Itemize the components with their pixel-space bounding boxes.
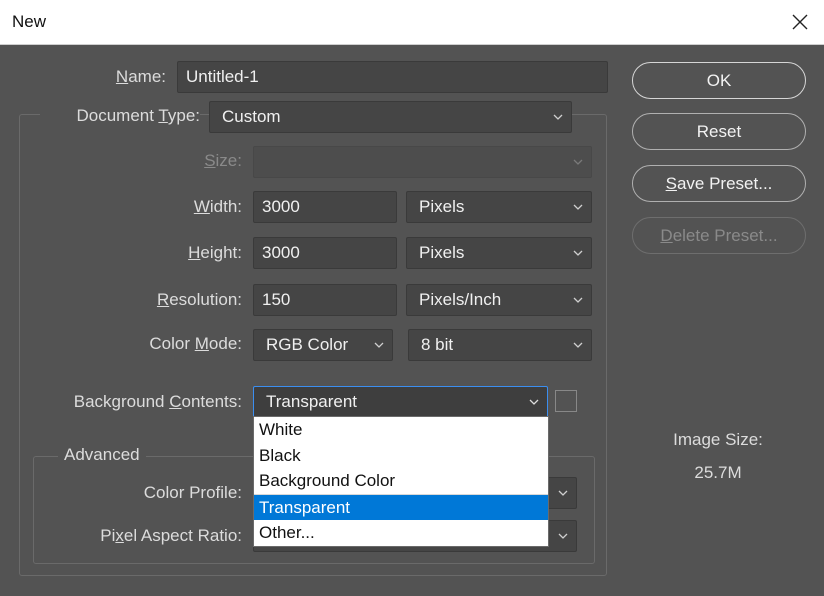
window-title: New <box>12 12 47 31</box>
close-icon <box>792 14 808 30</box>
ok-button[interactable]: OK <box>632 62 806 99</box>
chevron-down-icon <box>553 113 563 121</box>
name-value: Untitled-1 <box>186 67 259 86</box>
width-value: 3000 <box>262 197 300 216</box>
height-input[interactable]: 3000 <box>253 237 397 269</box>
height-label: Height: <box>188 243 242 262</box>
resolution-input[interactable]: 150 <box>253 284 397 316</box>
chevron-down-icon <box>529 398 539 406</box>
chevron-down-icon <box>573 341 583 349</box>
chevron-down-icon <box>573 249 583 257</box>
document-type-label: Document Type: <box>40 106 200 126</box>
resolution-unit-select[interactable]: Pixels/Inch <box>406 284 592 316</box>
background-contents-value: Transparent <box>266 392 358 411</box>
color-profile-label: Color Profile: <box>143 483 242 502</box>
height-unit-value: Pixels <box>419 243 465 262</box>
chevron-down-icon <box>374 341 384 349</box>
document-type-value: Custom <box>222 107 281 126</box>
chevron-down-icon <box>573 296 583 304</box>
width-unit-select[interactable]: Pixels <box>406 191 592 223</box>
color-mode-select[interactable]: RGB Color <box>253 329 393 361</box>
background-color-swatch[interactable] <box>555 390 577 412</box>
width-input[interactable]: 3000 <box>253 191 397 223</box>
size-label: Size: <box>204 151 242 170</box>
save-preset-button[interactable]: Save Preset... <box>632 165 806 202</box>
resolution-value: 150 <box>262 290 291 309</box>
color-mode-label: Color Mode: <box>149 334 242 353</box>
dropdown-option-transparent[interactable]: Transparent <box>254 494 548 520</box>
dropdown-option-other[interactable]: Other... <box>254 520 548 546</box>
delete-preset-button[interactable]: Delete Preset... <box>632 217 806 254</box>
close-button[interactable] <box>786 8 814 36</box>
resolution-label: Resolution: <box>156 290 242 309</box>
chevron-down-icon <box>573 158 583 166</box>
new-document-dialog: Name: Untitled-1 Document Type: Custom S… <box>0 45 824 596</box>
chevron-down-icon <box>558 489 568 497</box>
color-mode-value: RGB Color <box>266 335 349 354</box>
name-input[interactable]: Untitled-1 <box>177 61 608 93</box>
chevron-down-icon <box>573 203 583 211</box>
height-unit-select[interactable]: Pixels <box>406 237 592 269</box>
pixel-aspect-ratio-label: Pixel Aspect Ratio: <box>100 526 242 545</box>
bit-depth-select[interactable]: 8 bit <box>408 329 592 361</box>
image-size-value: 25.7M <box>694 463 742 482</box>
dropdown-option-background-color[interactable]: Background Color <box>254 468 548 494</box>
background-contents-label: Background Contents: <box>73 392 242 411</box>
document-type-select[interactable]: Custom <box>209 101 572 133</box>
dropdown-option-white[interactable]: White <box>254 417 548 443</box>
background-contents-dropdown: White Black Background Color Transparent… <box>253 416 549 547</box>
resolution-unit-value: Pixels/Inch <box>419 290 502 309</box>
name-label: Name: <box>115 67 166 86</box>
dropdown-option-black[interactable]: Black <box>254 443 548 469</box>
reset-button[interactable]: Reset <box>632 113 806 150</box>
background-contents-select[interactable]: Transparent <box>253 386 548 418</box>
image-size-label: Image Size: <box>673 430 763 449</box>
size-select[interactable] <box>253 146 592 178</box>
width-unit-value: Pixels <box>419 197 465 216</box>
bit-depth-value: 8 bit <box>421 335 454 354</box>
title-bar: New <box>0 0 824 45</box>
chevron-down-icon <box>558 532 568 540</box>
height-value: 3000 <box>262 243 300 262</box>
advanced-title: Advanced <box>58 445 146 465</box>
width-label: Width: <box>193 197 242 216</box>
